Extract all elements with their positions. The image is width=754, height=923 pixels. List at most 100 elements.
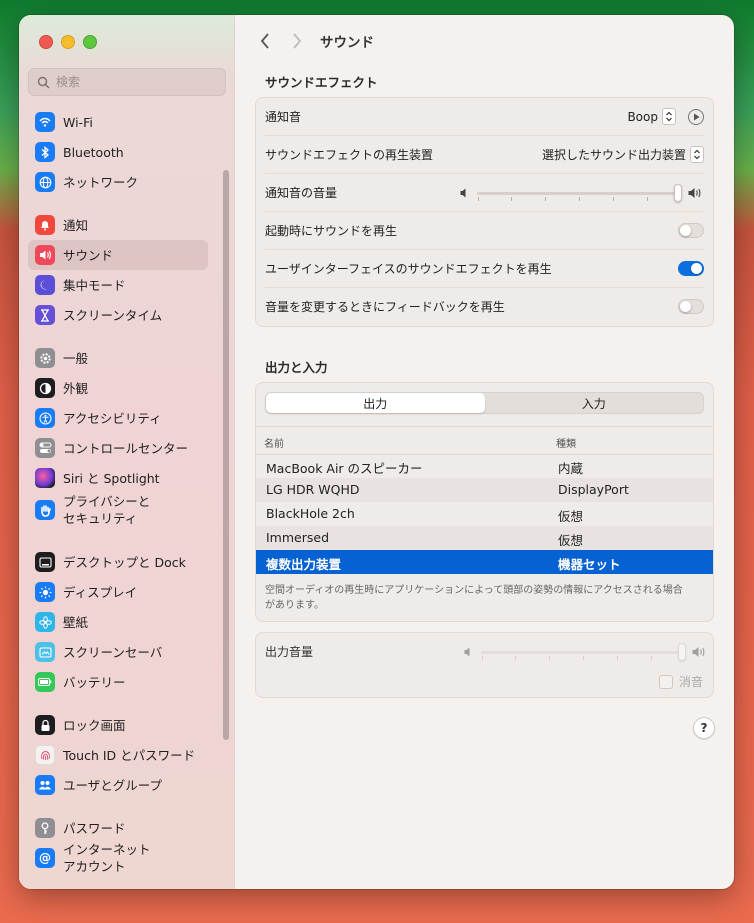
forward-button[interactable] [288, 29, 306, 53]
minimize-button[interactable] [61, 35, 75, 49]
alert-sound-select[interactable]: Boop [627, 108, 676, 125]
chevron-right-icon [293, 33, 302, 49]
main-pane: サウンド サウンドエフェクト 通知音 Boop サウンドエフェクトの再生装置 選… [234, 15, 734, 889]
sidebar-item-siri-spotlight[interactable]: Siri と Spotlight [28, 463, 208, 493]
sidebar-item-network[interactable]: ネットワーク [28, 167, 208, 197]
sidebar-item-label: スクリーンタイム [63, 307, 163, 323]
alert-sound-label: 通知音 [265, 110, 302, 124]
sidebar-item-desktop-dock[interactable]: デスクトップと Dock [28, 547, 208, 577]
volume-feedback-row: 音量を変更するときにフィードバックを再生 [265, 288, 704, 325]
table-row[interactable]: Immersed 仮想 [256, 526, 713, 550]
play-device-select[interactable]: 選択したサウンド出力装置 [542, 146, 704, 163]
volume-feedback-toggle[interactable] [678, 299, 704, 314]
chevron-left-icon [260, 33, 269, 49]
help-button[interactable]: ? [693, 717, 715, 739]
sidebar-item-label: Siri と Spotlight [63, 470, 160, 486]
sidebar-item-label: スクリーンセーバ [63, 644, 163, 660]
close-button[interactable] [39, 35, 53, 49]
spatial-audio-note: 空間オーディオの再生時にアプリケーションによって頭部の姿勢の情報にアクセスされる… [265, 585, 683, 611]
sidebar-item-sound[interactable]: サウンド [28, 240, 208, 270]
sidebar-item-label: ディスプレイ [63, 584, 138, 600]
table-row[interactable]: LG HDR WQHD DisplayPort [256, 478, 713, 502]
sidebar-item-label: 壁紙 [63, 614, 89, 630]
sidebar: Wi-Fi Bluetooth ネットワーク 通知 [19, 15, 235, 889]
fingerprint-icon [35, 745, 55, 765]
siri-icon [35, 468, 55, 488]
bluetooth-icon [35, 142, 55, 162]
alert-sound-row: 通知音 Boop [265, 98, 704, 136]
column-type-header[interactable]: 種類 [556, 435, 576, 450]
sidebar-item-wifi[interactable]: Wi-Fi [28, 107, 208, 137]
alert-volume-knob[interactable] [674, 183, 682, 202]
sun-icon [35, 582, 55, 602]
ui-effects-toggle[interactable] [678, 261, 704, 276]
back-button[interactable] [256, 29, 274, 53]
sidebar-item-control-center[interactable]: コントロールセンター [28, 433, 208, 463]
moon-icon [35, 275, 55, 295]
bell-icon [35, 215, 55, 235]
play-device-label: サウンドエフェクトの再生装置 [265, 148, 434, 162]
sidebar-item-label: Bluetooth [63, 144, 124, 160]
tab-output[interactable]: 出力 [266, 393, 485, 413]
sidebar-item-internet-accounts[interactable]: @ インターネット アカウント [28, 839, 208, 877]
sidebar-scrollbar[interactable] [223, 170, 229, 740]
alert-volume-slider[interactable] [477, 183, 682, 203]
output-volume-slider[interactable] [481, 642, 686, 662]
sidebar-item-privacy-security[interactable]: プライバシーと セキュリティ [28, 491, 208, 529]
sidebar-item-label: パスワード [63, 820, 126, 836]
play-alert-button[interactable] [688, 108, 704, 125]
sidebar-item-label: アクセシビリティ [63, 410, 162, 426]
zoom-button[interactable] [83, 35, 97, 49]
sidebar-item-appearance[interactable]: 外観 [28, 373, 208, 403]
sidebar-item-displays[interactable]: ディスプレイ [28, 577, 208, 607]
mute-checkbox[interactable] [658, 674, 673, 689]
ui-effects-row: ユーザインターフェイスのサウンドエフェクトを再生 [265, 250, 704, 288]
search-field[interactable] [28, 68, 226, 96]
speaker-icon [35, 245, 55, 265]
output-volume-knob[interactable] [678, 643, 686, 661]
sidebar-item-label: コントロールセンター [63, 440, 189, 456]
sidebar-item-screensaver[interactable]: スクリーンセーバ [28, 637, 208, 667]
tab-input[interactable]: 入力 [485, 393, 704, 413]
sidebar-item-accessibility[interactable]: アクセシビリティ [28, 403, 208, 433]
sidebar-item-touch-id[interactable]: Touch ID とパスワード [28, 740, 208, 770]
device-name: LG HDR WQHD [266, 482, 360, 497]
users-icon [35, 775, 55, 795]
volume-feedback-label: 音量を変更するときにフィードバックを再生 [265, 300, 505, 314]
sidebar-item-general[interactable]: 一般 [28, 343, 208, 373]
search-icon [37, 76, 50, 89]
mute-control[interactable]: 消音 [658, 673, 703, 690]
at-icon: @ [35, 848, 55, 868]
hand-icon [35, 500, 55, 520]
window-controls [39, 35, 97, 49]
settings-window: Wi-Fi Bluetooth ネットワーク 通知 [19, 15, 734, 889]
sidebar-item-users-groups[interactable]: ユーザとグループ [28, 770, 208, 800]
screensaver-icon [35, 642, 55, 662]
column-name-header[interactable]: 名前 [264, 435, 284, 450]
sidebar-item-notifications[interactable]: 通知 [28, 210, 208, 240]
startup-sound-row: 起動時にサウンドを再生 [265, 212, 704, 250]
sidebar-item-label: Touch ID とパスワード [63, 747, 196, 763]
chevron-updown-icon [690, 146, 704, 163]
search-input[interactable] [54, 74, 208, 90]
table-row-selected[interactable]: 複数出力装置 機器セット [256, 550, 713, 574]
sidebar-item-wallpaper[interactable]: 壁紙 [28, 607, 208, 637]
battery-icon [35, 672, 55, 692]
alert-volume-row: 通知音の音量 [265, 174, 704, 212]
sidebar-item-label: ネットワーク [63, 174, 139, 190]
table-row[interactable]: MacBook Air のスピーカー 内蔵 [256, 454, 713, 478]
speaker-low-icon [460, 188, 466, 197]
sidebar-item-bluetooth[interactable]: Bluetooth [28, 137, 208, 167]
sidebar-item-focus[interactable]: 集中モード [28, 270, 208, 300]
startup-sound-toggle[interactable] [678, 223, 704, 238]
sidebar-item-label: バッテリー [63, 674, 126, 690]
sidebar-item-screen-time[interactable]: スクリーンタイム [28, 300, 208, 330]
output-input-tabs: 出力 入力 [265, 392, 704, 414]
device-type: 仮想 [558, 509, 584, 524]
sidebar-item-lock-screen[interactable]: ロック画面 [28, 710, 208, 740]
alert-volume-label: 通知音の音量 [265, 186, 338, 200]
table-row[interactable]: BlackHole 2ch 仮想 [256, 502, 713, 526]
output-volume-card: 出力音量 消音 [255, 632, 714, 698]
sidebar-item-label: Wi-Fi [63, 114, 93, 130]
sidebar-item-battery[interactable]: バッテリー [28, 667, 208, 697]
